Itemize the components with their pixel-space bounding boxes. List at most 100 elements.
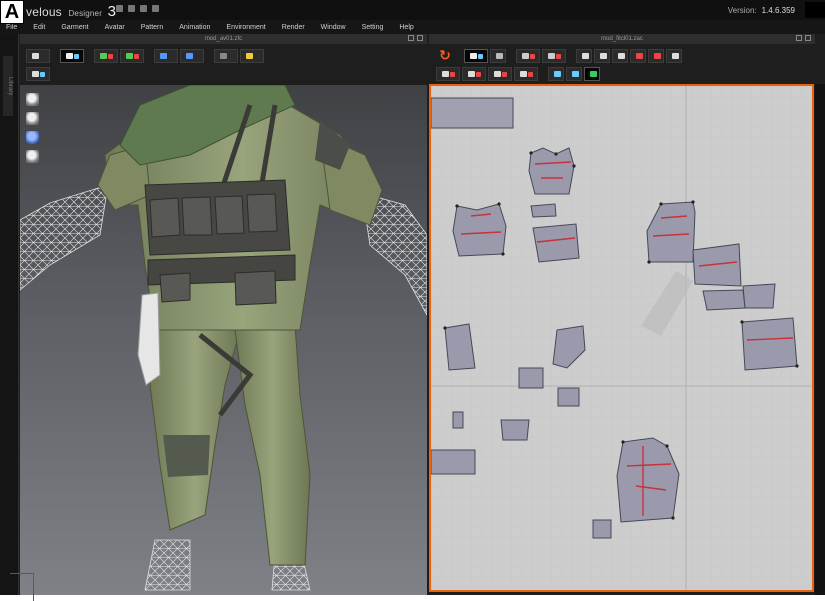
texture-button[interactable] — [548, 66, 564, 81]
pattern-piece — [557, 387, 580, 407]
pattern-piece — [592, 519, 612, 539]
menu-render[interactable]: Render — [282, 24, 305, 31]
app-version: 3 — [107, 3, 117, 20]
right-dock-gutter — [815, 84, 825, 595]
edit-sewing-button[interactable] — [488, 66, 512, 81]
pattern-piece — [692, 243, 742, 287]
menu-edit[interactable]: Edit — [33, 24, 45, 31]
polygon-tool-button[interactable] — [516, 48, 540, 63]
pattern-piece — [702, 289, 746, 311]
library-dock-tab[interactable]: Library — [3, 56, 13, 116]
view2d-header: mod_fitcl01.zac — [429, 34, 815, 44]
avatar-front-icon[interactable] — [26, 93, 39, 106]
page-margin — [0, 595, 825, 601]
menu-environment[interactable]: Environment — [226, 24, 265, 31]
pattern-piece — [500, 419, 530, 441]
app-name: velous — [26, 5, 62, 19]
pin-tool-button[interactable] — [154, 48, 178, 63]
version-label: Version: — [727, 6, 757, 15]
undo-icon[interactable] — [140, 5, 147, 12]
avatar-side-icon[interactable] — [26, 112, 39, 125]
sync-icon[interactable]: ↻ — [436, 48, 454, 63]
holster — [137, 292, 161, 386]
transform-button[interactable] — [60, 48, 84, 63]
view2d-restore-icon[interactable] — [796, 35, 802, 41]
version-number: 1.4.6.359 — [761, 6, 795, 15]
app-title: velous Designer 3 — [26, 3, 116, 20]
left-dock-gutter: Library — [0, 34, 19, 595]
menu-bar: File Edit Garment Avatar Pattern Animati… — [0, 20, 825, 34]
menu-window[interactable]: Window — [321, 24, 346, 31]
internal-rect-button[interactable] — [594, 48, 610, 63]
view2d-close-icon[interactable] — [805, 35, 811, 41]
app-window: velous Designer 3 Version: 1.4.6.359 File… — [0, 0, 825, 595]
quick-access-bar — [116, 5, 159, 12]
right-leg — [234, 324, 311, 566]
menu-pattern[interactable]: Pattern — [141, 24, 164, 31]
tack-tool-button[interactable] — [180, 48, 204, 63]
view2d-title: mod_fitcl01.zac — [601, 36, 643, 42]
edit-texture-button[interactable] — [566, 66, 582, 81]
avatar-button[interactable] — [240, 48, 264, 63]
pattern-piece — [452, 411, 464, 429]
pattern-piece — [431, 449, 476, 475]
crop-corner-mark — [10, 573, 34, 601]
edit-pattern-button[interactable] — [464, 48, 488, 63]
notch-button[interactable] — [666, 48, 682, 63]
check-sewing-button[interactable] — [514, 66, 538, 81]
viewport-3d[interactable] — [20, 85, 427, 595]
avatar-view-tools — [26, 93, 39, 163]
menu-setting[interactable]: Setting — [362, 24, 384, 31]
view3d-header: mod_av01.zfc — [20, 34, 427, 44]
menu-avatar[interactable]: Avatar — [105, 24, 125, 31]
select-move-button[interactable] — [26, 48, 50, 63]
viewport-2d[interactable] — [429, 84, 814, 592]
pattern-piece — [431, 97, 514, 129]
menu-help[interactable]: Help — [399, 24, 413, 31]
avatar-back-icon[interactable] — [26, 131, 39, 144]
free-sewing-button[interactable] — [462, 66, 486, 81]
title-bar: velous Designer 3 Version: 1.4.6.359 — [0, 0, 825, 20]
view3d-title: mod_av01.zfc — [204, 36, 243, 42]
internal-circle-button[interactable] — [612, 48, 628, 63]
pattern-piece — [528, 147, 575, 195]
view2d-toolbar-2 — [436, 65, 600, 82]
rectangle-tool-button[interactable] — [542, 48, 566, 63]
menu-file[interactable]: File — [6, 24, 17, 31]
pattern-piece — [518, 367, 544, 389]
pleat-button[interactable] — [648, 48, 664, 63]
redo-icon[interactable] — [152, 5, 159, 12]
avatar-head-icon[interactable] — [26, 150, 39, 163]
view3d-toolbar-1 — [26, 47, 264, 64]
fold-tool-button[interactable] — [120, 48, 144, 63]
menu-animation[interactable]: Animation — [179, 24, 210, 31]
window-controls[interactable] — [805, 2, 825, 18]
garment-tool-button[interactable] — [94, 48, 118, 63]
version-info: Version: 1.4.6.359 — [728, 6, 795, 15]
open-file-icon[interactable] — [116, 5, 123, 12]
left-foot-mesh — [144, 539, 191, 591]
pattern-piece — [742, 283, 776, 309]
save-icon[interactable] — [128, 5, 135, 12]
pattern-piece — [532, 223, 580, 263]
view3d-toolbar-2 — [26, 65, 50, 82]
pattern-piece — [452, 203, 507, 257]
transform-pattern-button[interactable] — [490, 48, 506, 63]
measure-button[interactable] — [214, 48, 238, 63]
internal-polygon-button[interactable] — [576, 48, 592, 63]
left-arm-mesh — [20, 184, 109, 291]
dart-button[interactable] — [630, 48, 646, 63]
view3d-restore-icon[interactable] — [408, 35, 414, 41]
segment-sewing-button[interactable] — [436, 66, 460, 81]
app-product: Designer — [68, 9, 103, 18]
graphic-button[interactable] — [584, 66, 600, 81]
menu-garment[interactable]: Garment — [61, 24, 88, 31]
pattern-layout — [431, 86, 812, 590]
knee-pad — [163, 435, 210, 477]
figure-label: A — [0, 0, 24, 24]
pattern-piece — [741, 317, 798, 371]
view2d-toolbar-1: ↻ — [436, 47, 682, 64]
view3d-close-icon[interactable] — [417, 35, 423, 41]
avatar-with-garment — [20, 85, 427, 591]
simulate-button[interactable] — [26, 66, 50, 81]
